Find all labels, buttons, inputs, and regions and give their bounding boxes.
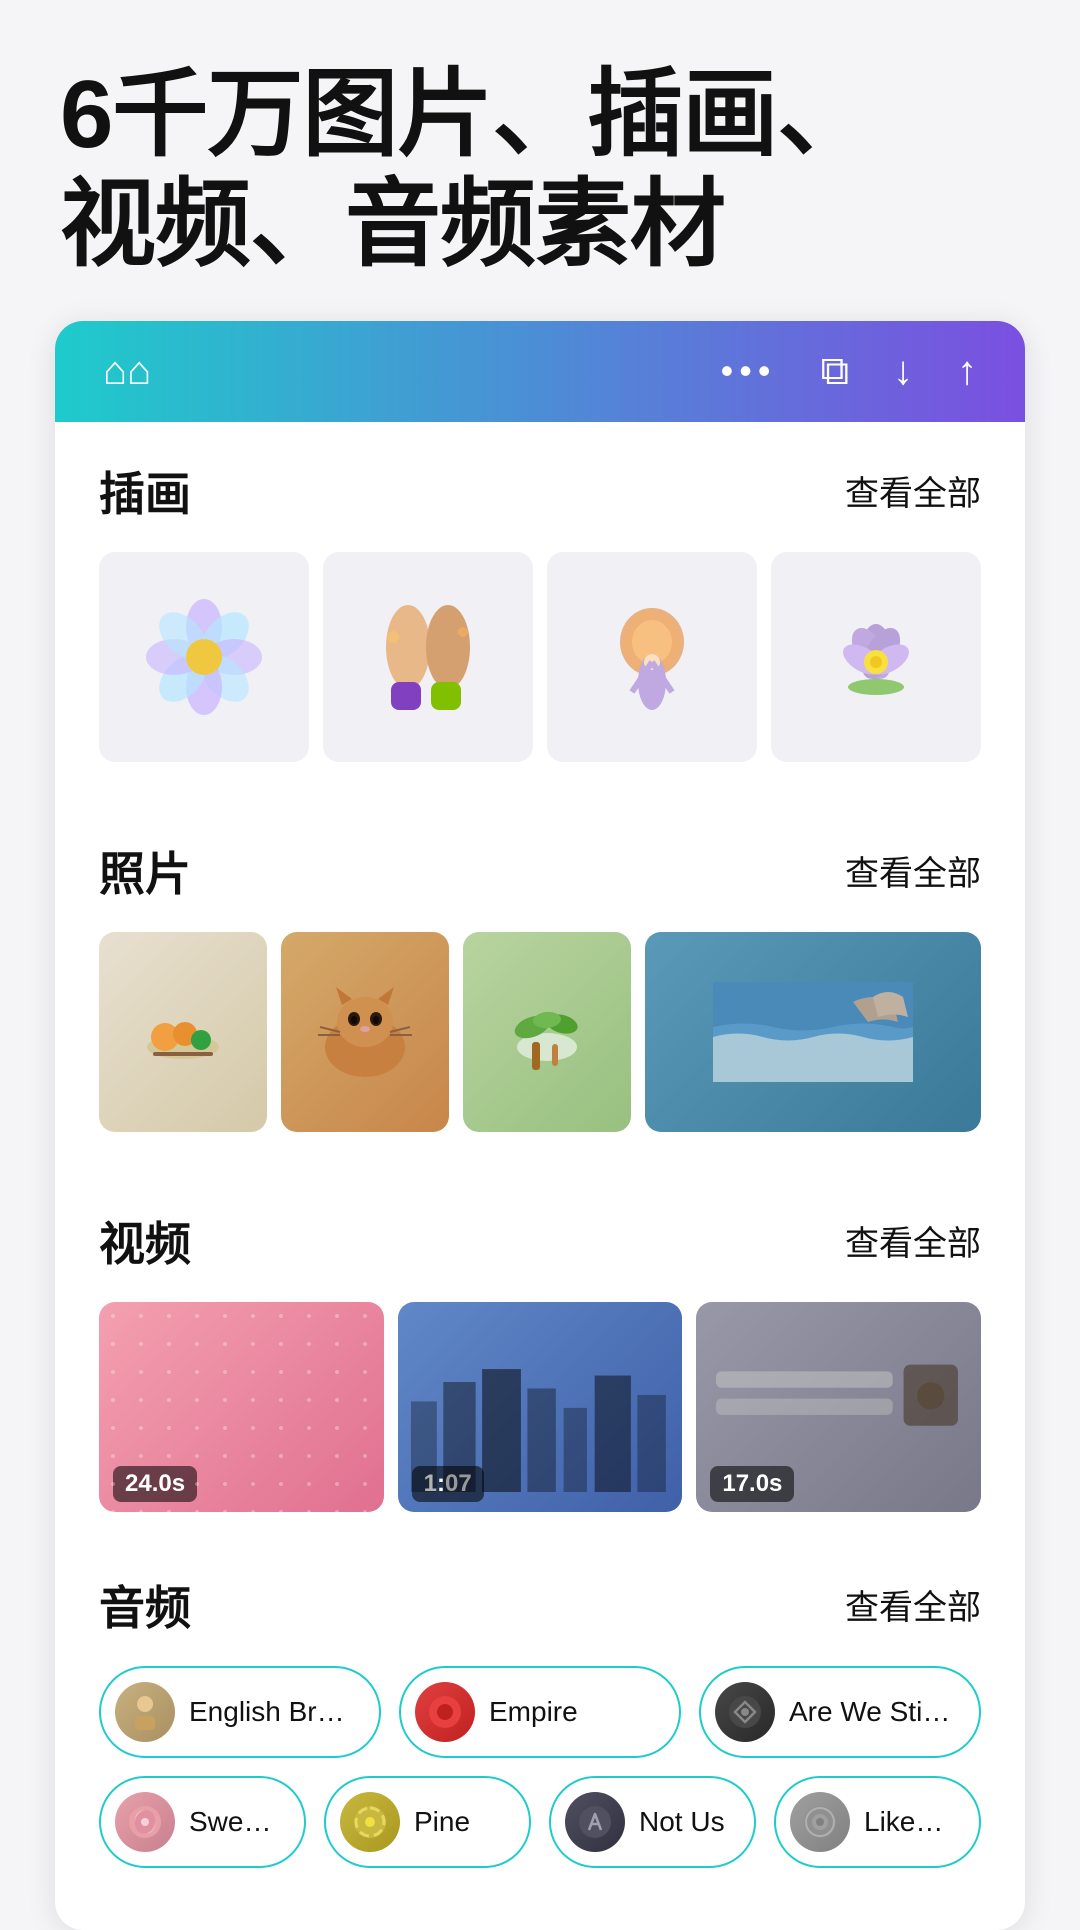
app-card: ⌂ ••• ⧉ ↓ ↑ 插画 查看全部 [55,321,1025,1930]
video-title: 视频 [99,1208,191,1274]
video-view-all[interactable]: 查看全部 [845,1216,981,1265]
audio-name-notus: Not Us [639,1806,725,1838]
video-badge-3: 17.0s [710,1466,794,1502]
photo-herb[interactable] [463,932,631,1132]
photo-food[interactable] [99,932,267,1132]
illustration-header: 插画 查看全部 [99,458,981,524]
photo-cat[interactable] [281,932,449,1132]
illustration-title: 插画 [99,458,191,524]
audio-name-sweethope: Sweet Hope [189,1806,276,1838]
audio-header: 音频 查看全部 [99,1572,981,1638]
audio-chip-likewhoa[interactable]: Like Whoa [774,1776,981,1868]
photo-view-all[interactable]: 查看全部 [845,846,981,895]
audio-chip-empire[interactable]: Empire [399,1666,681,1758]
audio-name-pine: Pine [414,1806,470,1838]
video-section: 视频 查看全部 24.0s 1:07 [55,1172,1025,1552]
hero-title: 6千万图片、插画、 视频、音频素材 [0,0,1080,321]
audio-row-2: Sweet Hope Pine [99,1776,981,1868]
audio-name-empire: Empire [489,1696,578,1728]
audio-thumb-sweethope [115,1792,175,1852]
photo-title: 照片 [99,838,191,904]
toolbar: ⌂ ••• ⧉ ↓ ↑ [55,321,1025,422]
illustration-view-all[interactable]: 查看全部 [845,466,981,515]
photo-header: 照片 查看全部 [99,838,981,904]
video-header: 视频 查看全部 [99,1208,981,1274]
download-icon[interactable]: ↓ [893,349,913,394]
illust-item-hands[interactable] [323,552,533,762]
share-icon[interactable]: ↑ [957,349,977,394]
audio-chip-arewes[interactable]: Are We Still in Love [699,1666,981,1758]
audio-name-english: English Breakfast [189,1696,351,1728]
audio-section: 音频 查看全部 English Breakfast [55,1552,1025,1930]
illust-item-flower[interactable] [99,552,309,762]
audio-chip-sweethope[interactable]: Sweet Hope [99,1776,306,1868]
audio-name-arewes: Are We Still in Love [789,1696,951,1728]
photo-row [99,932,981,1162]
more-icon[interactable]: ••• [721,350,777,392]
video-item-desk[interactable]: 17.0s [696,1302,981,1512]
audio-thumb-arewes [715,1682,775,1742]
audio-chip-notus[interactable]: Not Us [549,1776,756,1868]
video-item-pink[interactable]: 24.0s [99,1302,384,1512]
illust-item-girl[interactable] [547,552,757,762]
audio-name-likewhoa: Like Whoa [864,1806,951,1838]
audio-row-1: English Breakfast Empire [99,1666,981,1758]
audio-thumb-notus [565,1792,625,1852]
audio-title: 音频 [99,1572,191,1638]
audio-chip-english[interactable]: English Breakfast [99,1666,381,1758]
illustration-row [99,552,981,792]
video-row: 24.0s 1:07 [99,1302,981,1542]
audio-view-all[interactable]: 查看全部 [845,1580,981,1629]
photo-section: 照片 查看全部 [55,802,1025,1172]
audio-thumb-likewhoa [790,1792,850,1852]
audio-thumb-pine [340,1792,400,1852]
audio-thumb-english [115,1682,175,1742]
audio-thumb-empire [415,1682,475,1742]
layers-icon[interactable]: ⧉ [820,349,849,394]
illust-item-lotus[interactable] [771,552,981,762]
video-item-city[interactable]: 1:07 [398,1302,683,1512]
photo-sea[interactable] [645,932,981,1132]
audio-chip-pine[interactable]: Pine [324,1776,531,1868]
illustration-section: 插画 查看全部 [55,422,1025,802]
home-icon[interactable]: ⌂ [103,349,151,394]
